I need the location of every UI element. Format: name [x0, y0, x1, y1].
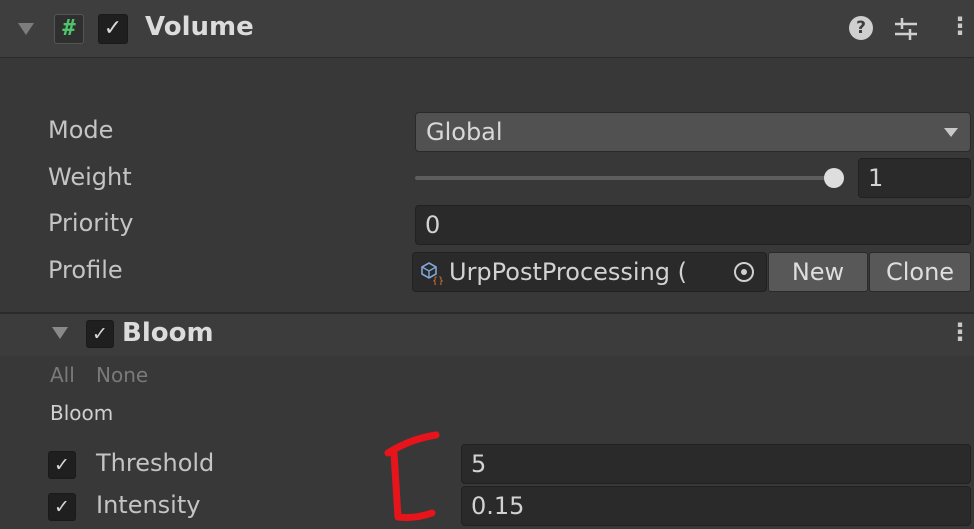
chevron-down-icon — [944, 128, 958, 137]
threshold-input[interactable]: 5 — [461, 444, 971, 484]
foldout-arrow-icon[interactable] — [18, 23, 34, 35]
all-toggle-link[interactable]: All — [50, 363, 75, 387]
bloom-enabled-checkbox[interactable]: ✓ — [86, 320, 114, 348]
mode-value: Global — [426, 118, 503, 146]
scriptable-object-icon: {} — [421, 262, 444, 285]
presets-sliders-icon[interactable] — [892, 16, 920, 42]
bloom-kebab-menu-icon[interactable]: ⋮ — [948, 318, 972, 346]
priority-input[interactable]: 0 — [415, 205, 971, 245]
weight-label: Weight — [48, 163, 132, 191]
intensity-label: Intensity — [96, 491, 201, 519]
mode-dropdown[interactable]: Global — [415, 112, 971, 152]
threshold-label: Threshold — [96, 449, 215, 477]
mode-label: Mode — [48, 116, 114, 144]
component-title: Volume — [145, 12, 254, 42]
hash-icon: # — [54, 14, 84, 44]
weight-slider-handle[interactable] — [824, 168, 844, 188]
kebab-menu-icon[interactable]: ⋮ — [948, 12, 972, 40]
help-icon[interactable]: ? — [849, 16, 873, 40]
svg-text:{}: {} — [432, 276, 444, 285]
red-annotation-bracket — [384, 431, 440, 521]
weight-slider-track[interactable] — [415, 176, 835, 180]
profile-object-field[interactable]: UrpPostProcessing ( — [412, 252, 767, 292]
profile-value: UrpPostProcessing ( — [449, 258, 688, 286]
component-enabled-checkbox[interactable]: ✓ — [98, 14, 128, 44]
bloom-group-label: Bloom — [50, 401, 114, 425]
intensity-input[interactable]: 0.15 — [461, 486, 971, 526]
none-toggle-link[interactable]: None — [96, 363, 148, 387]
bloom-title: Bloom — [122, 318, 214, 348]
object-picker-icon[interactable] — [732, 260, 756, 284]
threshold-override-checkbox[interactable]: ✓ — [48, 451, 76, 479]
profile-label: Profile — [48, 256, 123, 284]
clone-profile-button[interactable]: Clone — [869, 252, 971, 292]
bloom-foldout-arrow-icon[interactable] — [52, 327, 68, 339]
new-profile-button[interactable]: New — [768, 252, 868, 292]
weight-input[interactable]: 1 — [858, 158, 971, 198]
priority-label: Priority — [48, 209, 134, 237]
intensity-override-checkbox[interactable]: ✓ — [48, 493, 76, 521]
